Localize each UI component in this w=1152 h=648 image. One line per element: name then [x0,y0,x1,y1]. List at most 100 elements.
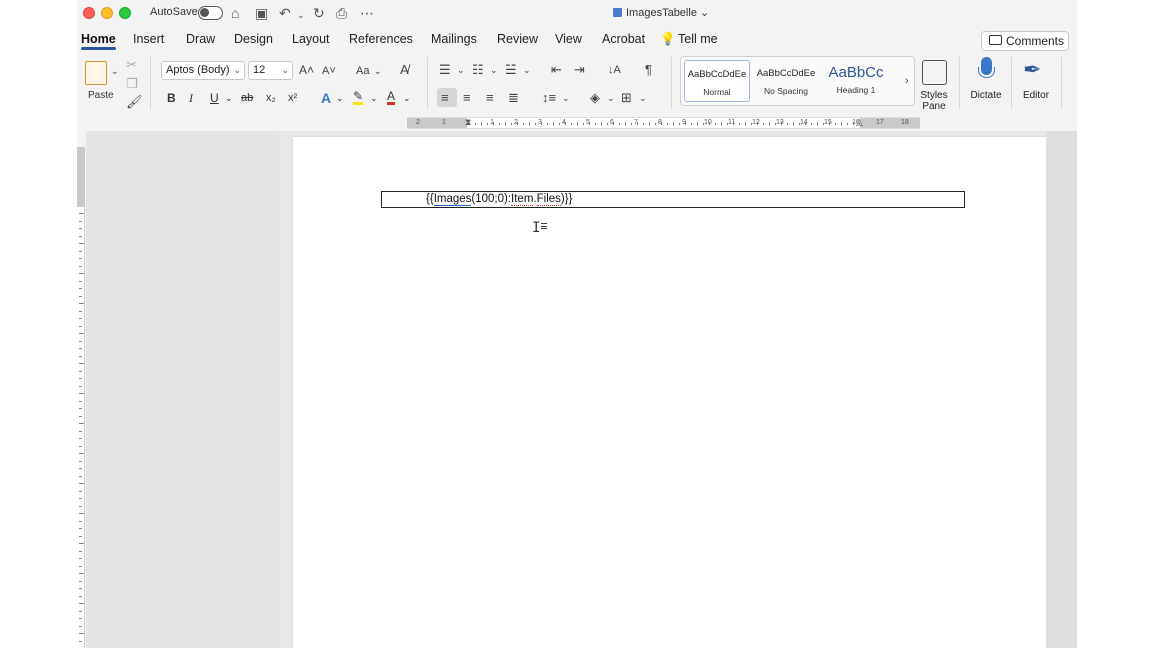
chevron-down-icon[interactable]: ⌄ [111,63,119,79]
chevron-down-icon[interactable]: ⌄ [457,62,465,78]
tab-view[interactable]: View [555,32,582,46]
chevron-down-icon[interactable]: ⌄ [370,90,378,106]
shading-icon[interactable]: ◈ [590,90,600,106]
tab-tell-me[interactable]: Tell me [678,32,718,46]
ruler-number: 11 [728,119,736,126]
underline-button[interactable]: U [210,90,219,106]
table-cell[interactable]: {{Images(100;0):Item.Files)}} [381,191,965,208]
document-page[interactable]: {{Images(100;0):Item.Files)}} I [293,137,1056,648]
tab-review[interactable]: Review [497,32,538,46]
field-item: Item [511,193,534,206]
chevron-down-icon[interactable]: ⌄ [523,62,531,78]
right-indent-marker-icon[interactable]: △ [856,117,863,127]
document-title[interactable]: ImagesTabelle ⌄ [613,6,709,19]
borders-icon[interactable]: ⊞ [621,90,632,106]
font-size-dropdown[interactable]: 12 ⌄ [248,61,293,80]
undo-icon[interactable]: ↶ [279,4,291,22]
redo-icon[interactable]: ↻ [313,4,325,22]
ruler-number: 2 [416,119,420,126]
chevron-down-icon[interactable]: ⌄ [607,90,615,106]
tab-acrobat[interactable]: Acrobat [602,32,645,46]
ruler-tick [619,123,620,125]
close-window-button[interactable] [83,7,95,19]
horizontal-ruler[interactable]: 2 1 1 2 3 4 5 6 7 8 9 10 11 12 13 14 15 … [407,117,920,129]
superscript-button[interactable]: x² [288,90,297,106]
clear-formatting-icon[interactable]: A̸ [400,62,409,78]
minimize-window-button[interactable] [101,7,113,19]
editor-button[interactable]: Editor [1018,90,1054,101]
autosave-toggle[interactable] [198,6,223,20]
tab-mailings[interactable]: Mailings [431,32,477,46]
show-formatting-icon[interactable]: ¶ [645,62,652,78]
align-right-icon[interactable]: ≡ [486,90,494,106]
chevron-down-icon[interactable]: ⌄ [374,63,382,79]
chevron-down-icon[interactable]: ⌄ [403,90,411,106]
tab-references[interactable]: References [349,32,413,46]
ruler-tick [79,258,82,259]
chevron-right-icon[interactable]: › [905,73,909,89]
microphone-icon[interactable] [978,57,995,78]
tab-home[interactable]: Home [81,32,116,50]
style-no-spacing[interactable]: AaBbCcDdEe No Spacing [753,60,819,102]
change-case-button[interactable]: Aa [356,63,369,79]
ruler-tick [79,400,82,402]
format-painter-icon[interactable]: 🖌 [126,94,143,110]
ruler-tick [79,288,82,289]
sort-icon[interactable]: ↓A [608,62,621,78]
grow-font-icon[interactable]: A˄ [299,62,314,78]
line-spacing-icon[interactable]: ↕≡ [542,90,556,106]
styles-pane-icon[interactable] [922,60,947,85]
dictate-button[interactable]: Dictate [967,90,1005,101]
strikethrough-button[interactable]: ab [241,90,253,106]
paste-icon[interactable] [85,61,107,85]
subscript-button[interactable]: x₂ [266,90,276,106]
ruler-tick [79,453,84,454]
paste-button[interactable]: Paste [88,89,114,103]
more-icon[interactable]: ⋯ [360,4,374,22]
chevron-down-icon[interactable]: ⌄ [562,90,570,106]
zoom-window-button[interactable] [119,7,131,19]
style-heading-1[interactable]: AaBbCc Heading 1 [823,60,889,102]
ruler-tick [583,123,584,125]
font-name-dropdown[interactable]: Aptos (Body) ⌄ [161,61,245,80]
undo-chevron-down-icon[interactable]: ⌄ [297,6,305,24]
chevron-down-icon[interactable]: ⌄ [336,90,344,106]
tab-insert[interactable]: Insert [133,32,164,46]
save-icon[interactable]: ▣ [255,4,268,22]
ruler-tick [79,625,82,627]
tab-draw[interactable]: Draw [186,32,215,46]
chevron-down-icon: ⌄ [696,7,710,19]
style-normal[interactable]: AaBbCcDdEe Normal [684,60,750,102]
italic-button[interactable]: I [189,90,193,106]
bold-button[interactable]: B [167,90,176,106]
font-color-icon[interactable]: A [387,90,396,105]
text-effects-icon[interactable]: A [321,90,331,106]
decrease-indent-icon[interactable]: ⇤ [551,62,562,78]
print-icon[interactable]: ⎙ [336,4,347,22]
chevron-down-icon[interactable]: ⌄ [225,90,233,106]
multilevel-list-icon[interactable]: ☱ [505,62,517,78]
copy-icon[interactable]: ❐ [126,76,138,92]
editor-icon[interactable]: ✒ [1023,58,1041,82]
home-icon[interactable]: ⌂ [231,4,239,22]
shrink-font-icon[interactable]: A˅ [322,63,336,79]
increase-indent-icon[interactable]: ⇥ [574,62,585,78]
comments-label: Comments [1006,34,1065,48]
tab-design[interactable]: Design [234,32,273,46]
ruler-tick [79,385,82,387]
bullets-icon[interactable]: ☰ [439,62,451,78]
align-center-icon[interactable]: ≡ [463,90,471,106]
justify-icon[interactable]: ≣ [508,90,519,106]
ruler-tick [475,123,476,125]
numbering-icon[interactable]: ☷ [472,62,484,78]
vertical-ruler[interactable] [77,147,85,648]
chevron-down-icon[interactable]: ⌄ [490,62,498,78]
merge-field-text[interactable]: {{Images(100;0):Item.Files)}} [426,193,572,206]
tab-layout[interactable]: Layout [292,32,330,46]
chevron-down-icon[interactable]: ⌄ [639,90,647,106]
comments-button[interactable]: Comments [981,31,1069,51]
styles-pane-label: Pane [922,101,946,112]
styles-pane-button[interactable]: Styles Pane [917,90,951,112]
cut-icon[interactable]: ✂ [126,57,137,73]
highlight-icon[interactable]: ✎ [353,90,364,105]
